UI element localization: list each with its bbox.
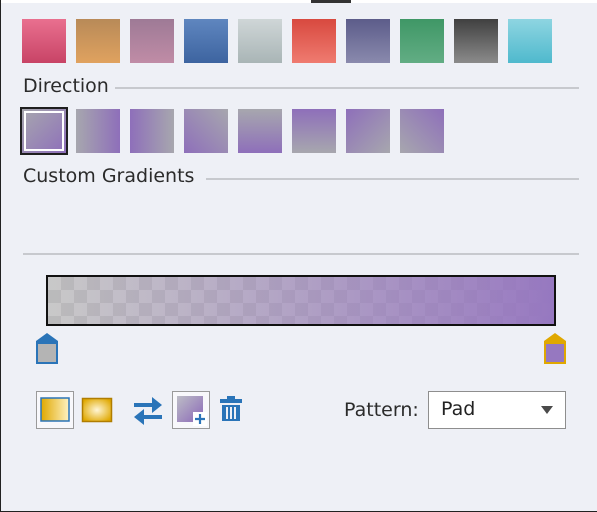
direction-option-top-to-bottom[interactable]	[238, 109, 282, 153]
linear-gradient-icon	[40, 397, 70, 422]
swap-colors-icon	[134, 397, 162, 425]
swap-colors-button[interactable]	[132, 396, 164, 426]
radial-gradient-button[interactable]	[81, 396, 113, 424]
preset-swatch-black[interactable]	[454, 19, 498, 63]
preset-swatch-red[interactable]	[292, 19, 336, 63]
preset-swatch-silver[interactable]	[238, 19, 282, 63]
direction-option-diagonal-down-right[interactable]	[20, 107, 68, 155]
direction-label: Direction	[23, 75, 115, 97]
chevron-down-icon	[541, 406, 553, 414]
delete-button[interactable]	[219, 395, 243, 423]
custom-gradients-label: Custom Gradients	[23, 165, 201, 187]
preset-swatch-slate[interactable]	[346, 19, 390, 63]
preset-swatch-orange[interactable]	[76, 19, 120, 63]
radial-gradient-icon	[81, 397, 113, 423]
trash-icon	[220, 396, 242, 421]
preset-swatch-green[interactable]	[400, 19, 444, 63]
direction-option-left-to-right[interactable]	[76, 109, 120, 153]
custom-gradients-list	[23, 192, 579, 248]
custom-gradients-divider	[206, 178, 579, 180]
preset-swatch-cyan[interactable]	[508, 19, 552, 63]
direction-option-diagonal-down-left[interactable]	[184, 109, 228, 153]
gradient-stop-end[interactable]	[544, 333, 566, 365]
direction-option-bottom-to-top[interactable]	[292, 109, 336, 153]
preset-swatch-pink[interactable]	[22, 19, 66, 63]
editor-divider	[23, 253, 579, 255]
pattern-select[interactable]: Pad	[428, 391, 566, 429]
direction-option-diagonal-up-right[interactable]	[400, 109, 444, 153]
add-gradient-icon	[177, 396, 207, 426]
gradient-preview-bar[interactable]	[46, 275, 556, 326]
add-gradient-button[interactable]	[172, 391, 210, 429]
preset-swatch-blue[interactable]	[184, 19, 228, 63]
direction-option-right-to-left[interactable]	[130, 109, 174, 153]
gradient-stop-start[interactable]	[36, 333, 58, 365]
top-edge	[1, 0, 597, 3]
direction-option-diagonal-up-left[interactable]	[346, 109, 390, 153]
linear-gradient-button[interactable]	[36, 391, 74, 429]
gradient-panel: Direction Custom Gradients Pattern: Pad	[0, 0, 597, 512]
pattern-label: Pattern:	[344, 399, 419, 421]
pattern-select-value: Pad	[441, 398, 476, 420]
direction-divider	[113, 87, 579, 89]
preset-swatch-mauve[interactable]	[130, 19, 174, 63]
